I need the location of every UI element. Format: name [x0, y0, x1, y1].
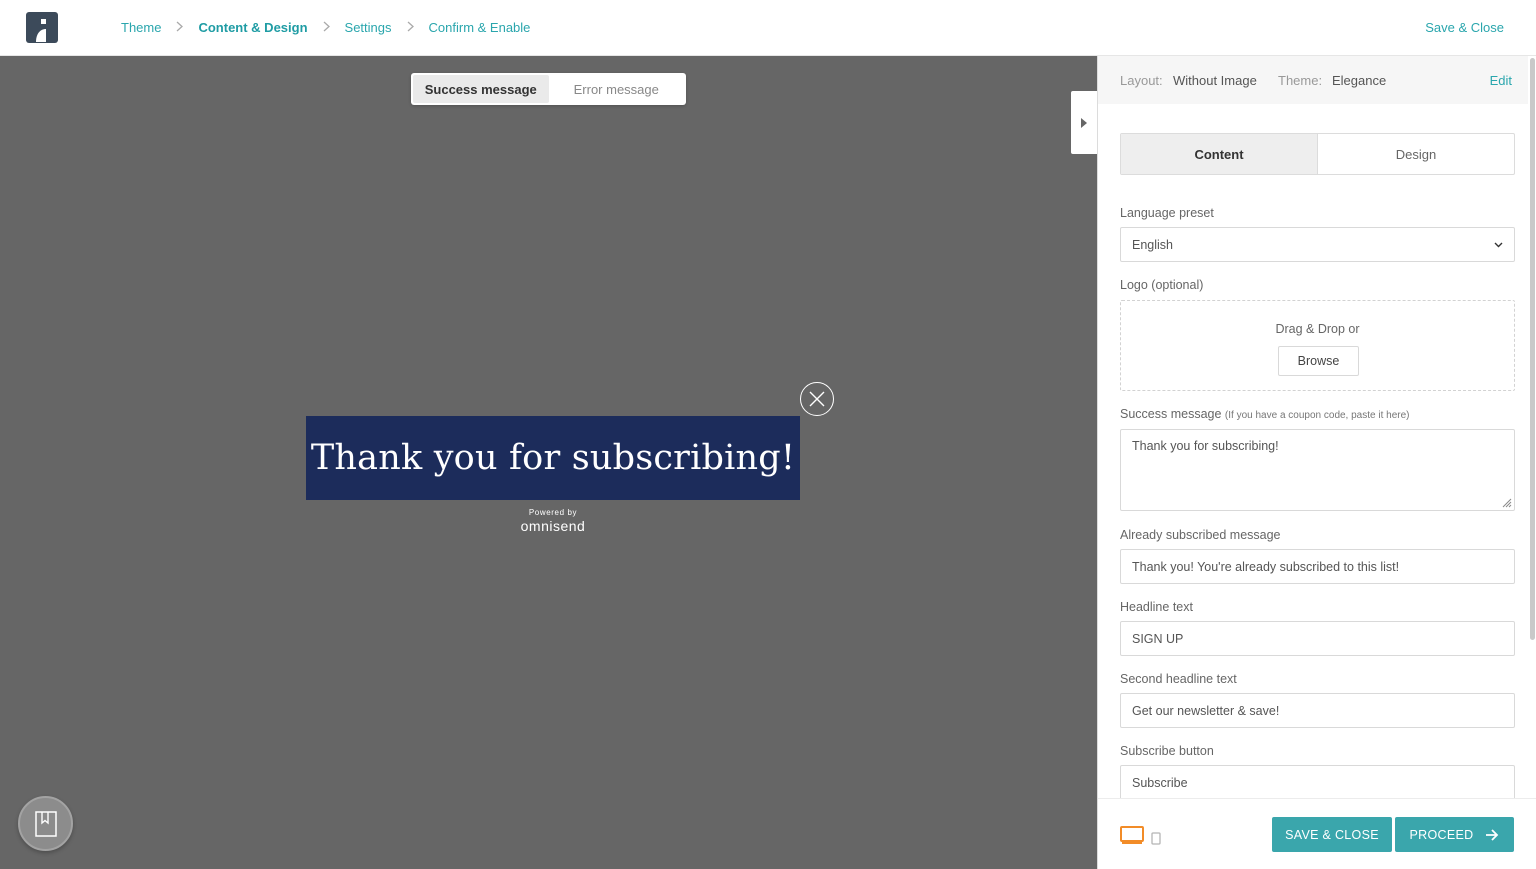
success-message-textarea[interactable]: Thank you for subscribing!	[1120, 429, 1515, 511]
already-subscribed-label: Already subscribed message	[1120, 528, 1281, 542]
success-message-toggle[interactable]: Success message	[413, 75, 549, 103]
logo-label: Logo (optional)	[1120, 278, 1204, 292]
layout-label: Layout:	[1120, 73, 1163, 88]
chevron-down-icon	[1494, 242, 1503, 247]
breadcrumb-content-design[interactable]: Content & Design	[198, 20, 307, 35]
logo-dropzone[interactable]: Drag & Drop or Browse	[1120, 300, 1515, 391]
save-close-button[interactable]: SAVE & CLOSE	[1272, 817, 1392, 852]
proceed-button[interactable]: PROCEED	[1395, 817, 1514, 852]
second-headline-input[interactable]: Get our newsletter & save!	[1120, 693, 1515, 728]
brand-name: omnisend	[520, 518, 586, 534]
success-message-label: Success message (If you have a coupon co…	[1120, 407, 1409, 421]
panel-scrollbar[interactable]	[1530, 58, 1535, 640]
language-preset-value: English	[1132, 237, 1173, 252]
browse-button[interactable]: Browse	[1278, 346, 1359, 376]
caret-right-icon	[1081, 117, 1087, 128]
success-message-label-text: Success message	[1120, 407, 1222, 421]
language-preset-select[interactable]: English	[1120, 227, 1515, 262]
chevron-right-icon	[176, 21, 184, 35]
popup-text: Thank you for subscribing!	[310, 438, 796, 478]
tab-content[interactable]: Content	[1121, 134, 1318, 174]
error-message-toggle[interactable]: Error message	[549, 75, 685, 103]
panel-tabs: Content Design	[1120, 133, 1515, 175]
powered-by: Powered by omnisend	[503, 508, 603, 534]
already-subscribed-value: Thank you! You're already subscribed to …	[1132, 559, 1400, 574]
arrow-right-icon	[1486, 828, 1499, 841]
chevron-right-icon	[407, 21, 414, 35]
second-headline-value: Get our newsletter & save!	[1132, 703, 1280, 718]
omnisend-logo-icon[interactable]	[26, 12, 58, 43]
bookmark-button[interactable]	[18, 796, 73, 851]
breadcrumb-confirm-enable[interactable]: Confirm & Enable	[429, 20, 531, 35]
tab-design[interactable]: Design	[1318, 134, 1514, 174]
resize-grip-icon[interactable]	[1502, 498, 1512, 508]
subscribe-button-value: Subscribe	[1132, 775, 1188, 790]
headline-input[interactable]: SIGN UP	[1120, 621, 1515, 656]
theme-label: Theme:	[1278, 73, 1323, 88]
success-popup: Thank you for subscribing!	[306, 416, 800, 500]
powered-by-label: Powered by	[528, 508, 578, 517]
success-message-value: Thank you for subscribing!	[1132, 439, 1279, 453]
breadcrumb-settings[interactable]: Settings	[345, 20, 392, 35]
edit-link[interactable]: Edit	[1490, 73, 1512, 88]
subscribe-button-label: Subscribe button	[1120, 744, 1214, 758]
headline-value: SIGN UP	[1132, 631, 1184, 646]
panel-header: Layout: Without Image Theme: Elegance Ed…	[1098, 56, 1528, 104]
close-circle-icon[interactable]	[800, 382, 834, 416]
headline-label: Headline text	[1120, 600, 1193, 614]
settings-panel: Layout: Without Image Theme: Elegance Ed…	[1097, 56, 1536, 869]
second-headline-label: Second headline text	[1120, 672, 1237, 686]
save-close-link[interactable]: Save & Close	[1425, 20, 1504, 35]
success-message-hint: (If you have a coupon code, paste it her…	[1224, 410, 1410, 421]
chevron-right-icon	[323, 21, 330, 35]
preview-canvas: Success message Error message Thank you …	[0, 56, 1097, 869]
language-preset-label: Language preset	[1120, 206, 1214, 220]
collapse-panel-button[interactable]	[1071, 91, 1097, 154]
breadcrumb-theme[interactable]: Theme	[121, 20, 161, 35]
message-type-toggle: Success message Error message	[411, 73, 686, 105]
theme-value: Elegance	[1332, 73, 1387, 88]
mobile-icon[interactable]	[1151, 832, 1161, 845]
panel-footer: SAVE & CLOSE PROCEED	[1098, 798, 1536, 869]
subscribe-button-input[interactable]: Subscribe	[1120, 765, 1515, 800]
proceed-label: PROCEED	[1409, 827, 1474, 842]
drag-drop-text: Drag & Drop or	[1275, 322, 1360, 336]
top-bar: Theme Content & Design Settings Confirm …	[0, 0, 1536, 56]
breadcrumb: Theme Content & Design Settings Confirm …	[121, 20, 530, 35]
already-subscribed-input[interactable]: Thank you! You're already subscribed to …	[1120, 549, 1515, 584]
layout-value: Without Image	[1173, 73, 1257, 88]
desktop-icon[interactable]	[1120, 826, 1144, 845]
bookmark-icon	[34, 810, 57, 837]
